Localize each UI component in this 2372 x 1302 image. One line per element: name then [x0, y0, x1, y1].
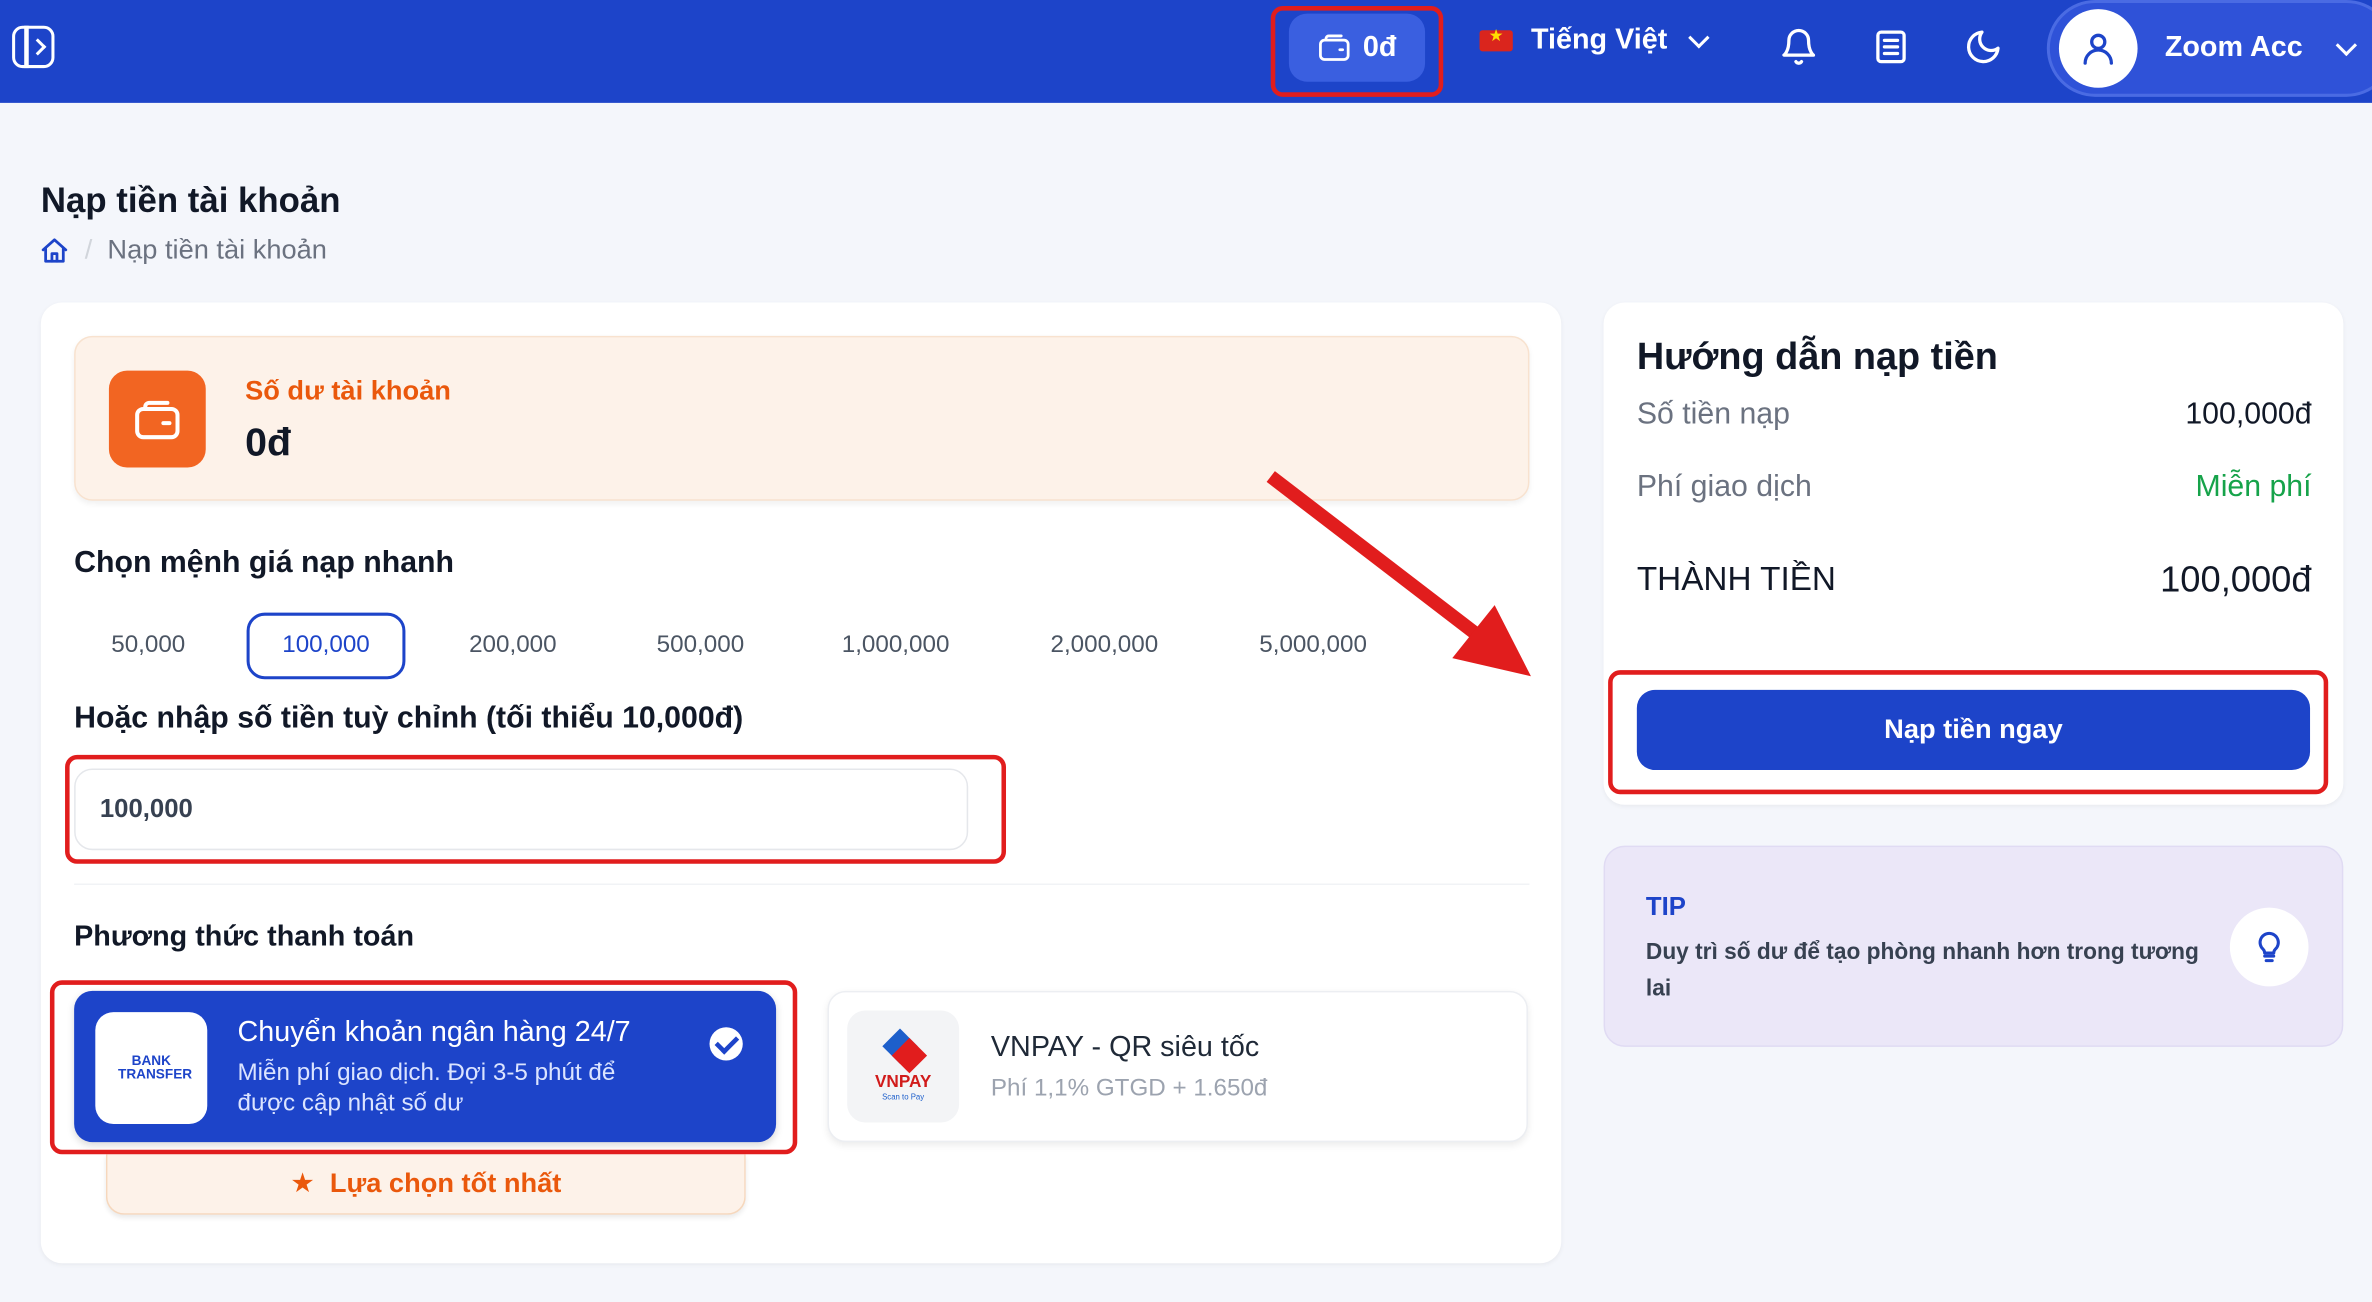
page-title: Nạp tiền tài khoản [40, 180, 341, 220]
breadcrumb-separator: / [84, 234, 93, 265]
amount-option-200000[interactable]: 200,000 [437, 613, 588, 680]
top-bar: 0đ Tiếng Việt Zoom Acc [0, 0, 2372, 103]
vnpay-title: VNPAY - QR siêu tốc [990, 1031, 1260, 1064]
bell-icon[interactable] [1779, 27, 1818, 66]
language-selector[interactable]: Tiếng Việt [1479, 24, 1710, 57]
sidebar-toggle-icon[interactable] [12, 25, 55, 69]
amount-label: Số tiền nạp [1636, 397, 1790, 432]
breadcrumb-current: Nạp tiền tài khoản [107, 234, 327, 265]
amount-option-100000[interactable]: 100,000 [246, 612, 406, 680]
user-name: Zoom Acc [2164, 31, 2303, 64]
amount-option-1000000[interactable]: 1,000,000 [812, 613, 978, 680]
moon-icon[interactable] [1964, 27, 2003, 66]
tip-text: Duy trì số dư để tạo phòng nhanh hơn tro… [1645, 939, 2199, 1002]
guide-total-row: THÀNH TIỀN 100,000đ [1637, 560, 2312, 602]
topup-guide-card: Hướng dẫn nạp tiền Số tiền nạp 100,000đ … [1603, 302, 2344, 805]
annotation-highlight-input [65, 754, 1007, 864]
tip-card: TIP Duy trì số dư để tạo phòng nhanh hơn… [1603, 845, 2344, 1047]
best-choice-label: Lựa chọn tốt nhất [329, 1167, 562, 1199]
annotation-highlight-bank [49, 980, 798, 1155]
total-label: THÀNH TIỀN [1636, 559, 1836, 598]
chevron-down-icon [2335, 33, 2358, 56]
annotation-highlight-wallet [1270, 6, 1444, 97]
wallet-icon [108, 370, 206, 468]
custom-amount-title: Hoặc nhập số tiền tuỳ chỉnh (tối thiểu 1… [74, 701, 744, 736]
tip-title: TIP [1645, 892, 1686, 922]
vnpay-logo-graphic: VNPAY Scan to Pay [875, 1028, 932, 1101]
divider [74, 883, 1530, 885]
user-menu[interactable]: Zoom Acc [2046, 0, 2372, 97]
topup-form-card: Số dư tài khoản 0đ Chọn mệnh giá nạp nha… [40, 302, 1562, 1264]
avatar [2058, 9, 2138, 88]
balance-value: 0đ [245, 419, 291, 465]
lightbulb-icon [2229, 907, 2309, 987]
language-label: Tiếng Việt [1530, 24, 1668, 56]
amount-option-2000000[interactable]: 2,000,000 [1021, 613, 1187, 680]
star-icon: ★ [290, 1167, 315, 1199]
vietnam-flag-icon [1479, 26, 1513, 52]
total-value: 100,000đ [2160, 559, 2312, 601]
fee-label: Phí giao dịch [1636, 470, 1812, 504]
breadcrumb: / Nạp tiền tài khoản [39, 234, 327, 266]
vnpay-logo-text: VNPAY [875, 1071, 932, 1091]
vnpay-logo: VNPAY Scan to Pay [847, 1010, 960, 1123]
amount-option-50000[interactable]: 50,000 [74, 613, 222, 680]
payment-method-title: Phương thức thanh toán [74, 921, 415, 954]
document-icon[interactable] [1871, 27, 1910, 66]
home-icon[interactable] [39, 235, 69, 265]
payment-method-vnpay[interactable]: VNPAY Scan to Pay VNPAY - QR siêu tốc Ph… [827, 990, 1528, 1143]
amount-value: 100,000đ [2185, 397, 2312, 432]
amount-option-500000[interactable]: 500,000 [625, 613, 776, 680]
vnpay-description: Phí 1,1% GTGD + 1.650đ [990, 1075, 1268, 1102]
annotation-highlight-submit [1608, 670, 2329, 795]
vnpay-logo-subtext: Scan to Pay [882, 1092, 924, 1101]
guide-title: Hướng dẫn nạp tiền [1636, 335, 1998, 379]
best-choice-badge: ★ Lựa chọn tốt nhất [105, 1154, 746, 1215]
user-icon [2083, 33, 2114, 65]
fee-value: Miễn phí [2195, 470, 2312, 504]
chevron-down-icon [1688, 26, 1710, 48]
balance-label: Số dư tài khoản [245, 375, 451, 406]
annotation-arrow [1266, 471, 1531, 677]
app-root: 0đ Tiếng Việt Zoom Acc Nạp tiền tài khoả… [0, 0, 2372, 1302]
guide-amount-row: Số tiền nạp 100,000đ [1637, 398, 2312, 433]
quick-amount-title: Chọn mệnh giá nạp nhanh [74, 546, 455, 580]
guide-fee-row: Phí giao dịch Miễn phí [1637, 470, 2312, 505]
